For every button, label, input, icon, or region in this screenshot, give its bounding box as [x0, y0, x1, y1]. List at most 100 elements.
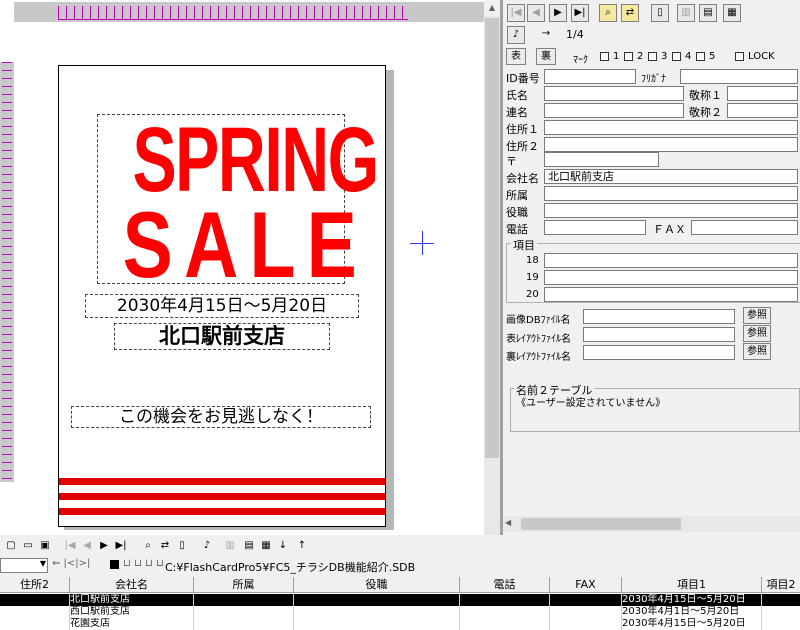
- find-icon[interactable]: ⌕: [599, 4, 617, 22]
- delete-record-icon[interactable]: ▯: [651, 4, 669, 22]
- address2-field[interactable]: [544, 137, 798, 152]
- scroll-thumb[interactable]: [485, 18, 499, 458]
- column-header[interactable]: 電話: [460, 577, 550, 593]
- item1-cell: 2030年4月15日～5月20日: [622, 594, 762, 606]
- back-layout-icon[interactable]: ▤: [699, 4, 717, 22]
- open-folder-icon[interactable]: ▭: [20, 538, 36, 554]
- last-record-button[interactable]: ▶|: [571, 4, 589, 22]
- find-icon[interactable]: ⌕: [140, 538, 156, 554]
- new-file-icon[interactable]: ▢: [3, 538, 19, 554]
- fax-field[interactable]: [691, 220, 798, 235]
- back-layout-icon[interactable]: ▤: [241, 538, 257, 554]
- address1-label: 住所１: [506, 123, 539, 136]
- furigana-field[interactable]: [680, 69, 798, 84]
- front-layout-browse-button[interactable]: 参照: [743, 325, 771, 342]
- front-layout-label: 表ﾚｲｱｳﾄﾌｧｲﾙ名: [506, 334, 571, 345]
- address2-label: 住所２: [506, 140, 539, 153]
- company-field[interactable]: 北口駅前支店: [544, 169, 798, 184]
- date-range-textbox[interactable]: 2030年4月15日～5月20日: [85, 294, 359, 318]
- poster-page[interactable]: SPRING SALE 2030年4月15日～5月20日 北口駅前支店 この機会…: [58, 65, 386, 527]
- column-header[interactable]: 項目1: [622, 577, 762, 593]
- name2-content: 《ユーザー設定されていません》: [516, 398, 666, 409]
- bell-icon[interactable]: ♪: [507, 26, 525, 44]
- name-field[interactable]: [544, 86, 684, 101]
- lock-checkbox[interactable]: [735, 52, 744, 61]
- position-field[interactable]: [544, 203, 798, 218]
- mark-4-checkbox[interactable]: [672, 52, 681, 61]
- prev-record-icon[interactable]: ◀: [79, 538, 95, 554]
- table-row[interactable]: 西口駅前支店 2030年4月1日～5月20日: [0, 606, 800, 618]
- item-20-field[interactable]: [544, 287, 798, 302]
- mark-3-checkbox[interactable]: [648, 52, 657, 61]
- mark-5-checkbox[interactable]: [696, 52, 705, 61]
- column-header[interactable]: 所属: [194, 577, 294, 593]
- item-18-field[interactable]: [544, 253, 798, 268]
- title1-label: 敬称１: [689, 89, 722, 102]
- column-header[interactable]: 住所2: [0, 577, 70, 593]
- next-record-button[interactable]: ▶: [549, 4, 567, 22]
- layout-canvas[interactable]: SPRING SALE 2030年4月15日～5月20日 北口駅前支店 この機会…: [0, 0, 484, 535]
- jump-arrow-icon[interactable]: →: [537, 26, 555, 44]
- mark-5-label: 5: [709, 51, 716, 62]
- branch-textbox[interactable]: 北口駅前支店: [114, 323, 330, 350]
- canvas-vertical-scrollbar[interactable]: ▲: [484, 0, 500, 535]
- front-side-button[interactable]: 表: [506, 48, 526, 65]
- company-cell: 北口駅前支店: [70, 594, 194, 606]
- dept-field[interactable]: [544, 186, 798, 201]
- mark-filter-boxes[interactable]: ⊔ ⊔ ⊔ ⊔: [123, 558, 164, 569]
- replace-icon[interactable]: ⇄: [157, 538, 173, 554]
- phone-field[interactable]: [544, 220, 646, 235]
- back-layout-browse-button[interactable]: 参照: [743, 343, 771, 360]
- print-icon[interactable]: ▦: [723, 4, 741, 22]
- panel-horizontal-scrollbar[interactable]: ◀: [503, 516, 800, 532]
- scroll-up-icon[interactable]: ▲: [484, 0, 500, 16]
- address1-field[interactable]: [544, 120, 798, 135]
- first-record-icon[interactable]: |◀: [62, 538, 78, 554]
- save-icon[interactable]: ▣: [37, 538, 53, 554]
- item-20-label: 20: [526, 289, 539, 300]
- image-db-field[interactable]: [583, 309, 735, 324]
- title2-field[interactable]: [727, 103, 798, 118]
- image-db-browse-button[interactable]: 参照: [743, 307, 771, 324]
- view-select[interactable]: ▼: [0, 558, 48, 573]
- sort-desc-icon[interactable]: ↑: [294, 538, 310, 554]
- mark-2-checkbox[interactable]: [624, 52, 633, 61]
- delete-icon[interactable]: ▯: [174, 538, 190, 554]
- first-record-button[interactable]: |◀: [507, 4, 525, 22]
- mark-filter-icon[interactable]: [110, 560, 119, 569]
- replace-icon[interactable]: ⇄: [621, 4, 639, 22]
- mark-4-label: 4: [685, 51, 692, 62]
- scroll-left-icon[interactable]: ◀: [505, 518, 511, 527]
- joint-name-field[interactable]: [544, 103, 684, 118]
- column-header[interactable]: 項目2: [762, 577, 800, 593]
- title1-field[interactable]: [727, 86, 798, 101]
- front-layout-field[interactable]: [583, 327, 735, 342]
- scroll-thumb[interactable]: [521, 518, 681, 530]
- vertical-ruler: [0, 22, 14, 535]
- print-icon[interactable]: ▦: [258, 538, 274, 554]
- mark-1-checkbox[interactable]: [600, 52, 609, 61]
- headline-sale: SALE: [122, 192, 368, 297]
- headline-textbox[interactable]: SPRING SALE: [97, 114, 379, 292]
- front-layout-icon[interactable]: ▥: [222, 538, 238, 554]
- last-record-icon[interactable]: ▶|: [113, 538, 129, 554]
- id-field[interactable]: [544, 69, 636, 84]
- item-19-field[interactable]: [544, 270, 798, 285]
- column-header[interactable]: 会社名: [70, 577, 194, 593]
- bell-icon[interactable]: ♪: [199, 538, 215, 554]
- table-row[interactable]: 北口駅前支店 2030年4月15日～5月20日: [0, 594, 800, 606]
- column-header[interactable]: 役職: [294, 577, 460, 593]
- message-textbox[interactable]: この機会をお見逃しなく！: [71, 406, 371, 428]
- records-table[interactable]: 住所2 会社名 所属 役職 電話 FAX 項目1 項目2 北口駅前支店 2030…: [0, 577, 800, 630]
- zip-field[interactable]: [544, 152, 659, 167]
- column-header[interactable]: FAX: [550, 577, 622, 593]
- table-row[interactable]: 花園支店 2030年4月15日～5月20日: [0, 618, 800, 630]
- sort-asc-icon[interactable]: ↓: [275, 538, 291, 554]
- nav-arrows-icon[interactable]: ⇐ |<|>|: [52, 558, 90, 569]
- back-layout-field[interactable]: [583, 345, 735, 360]
- prev-record-button[interactable]: ◀: [527, 4, 545, 22]
- front-layout-icon[interactable]: ▥: [677, 4, 695, 22]
- next-record-icon[interactable]: ▶: [96, 538, 112, 554]
- back-side-button[interactable]: 裏: [536, 48, 556, 65]
- joint-name-label: 連名: [506, 106, 528, 119]
